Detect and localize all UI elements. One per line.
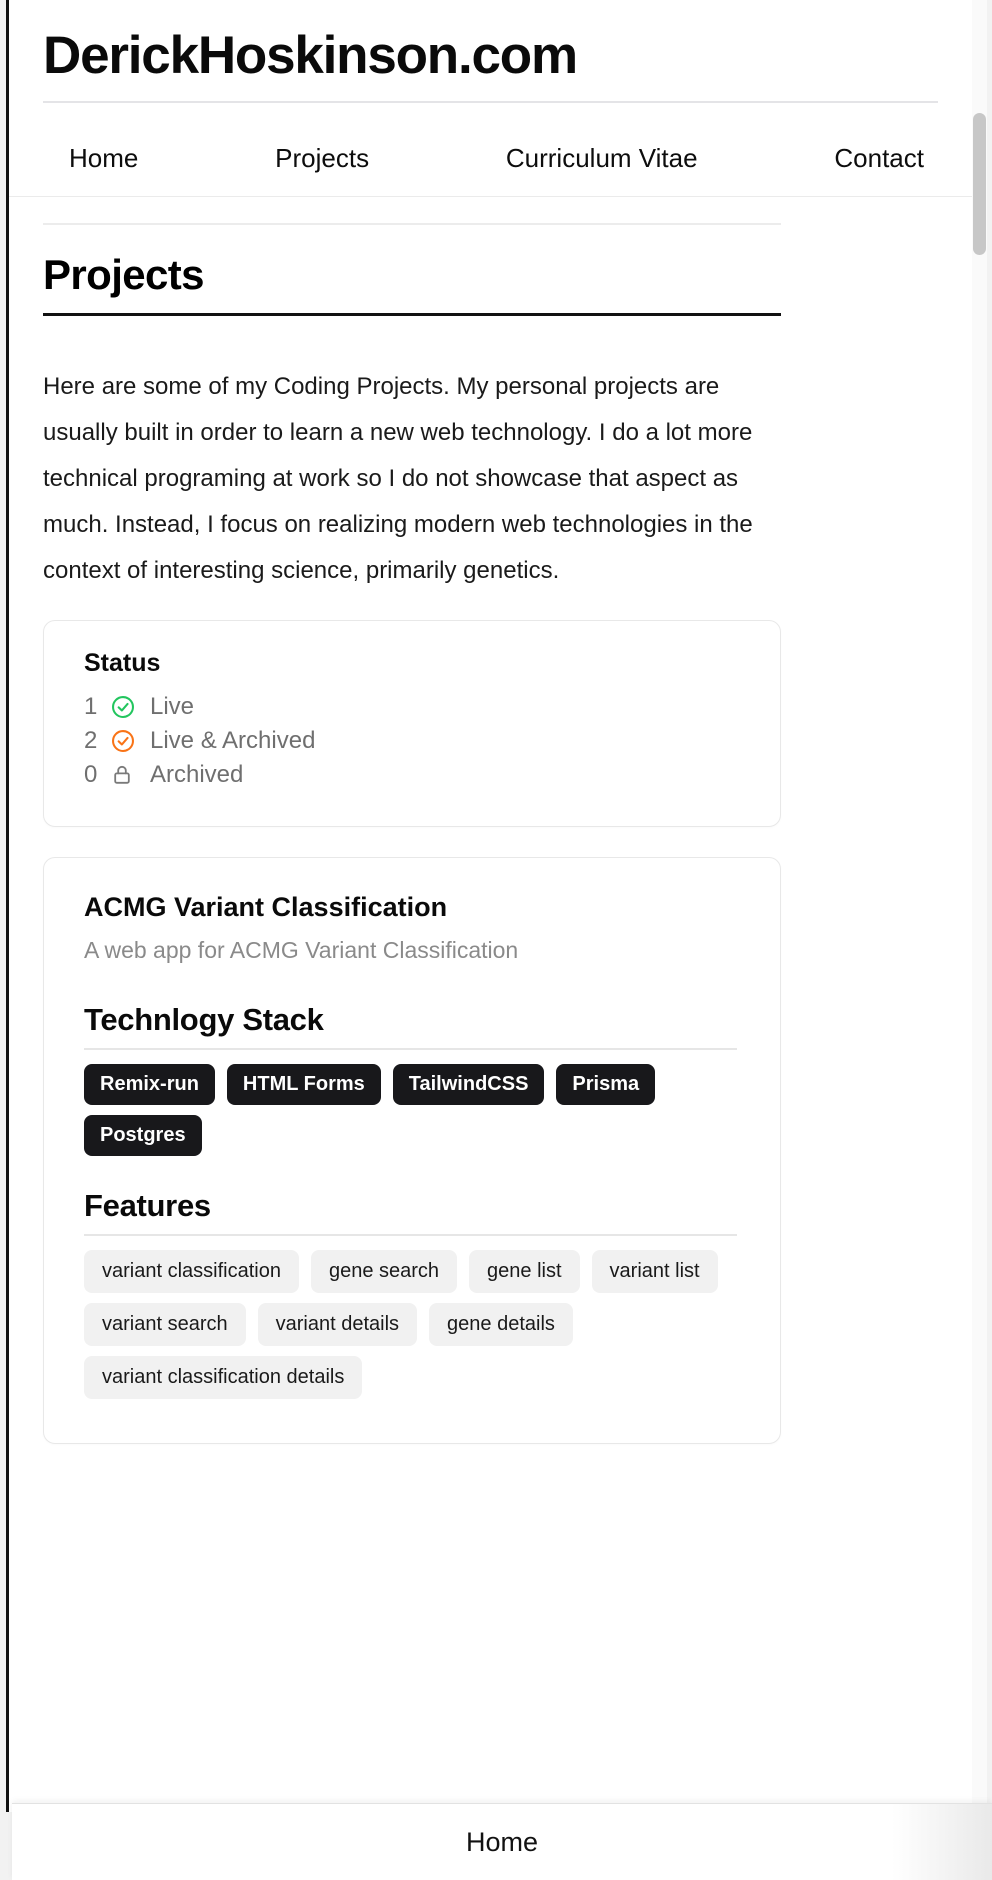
main-content: Projects Here are some of my Coding Proj…: [9, 223, 972, 1445]
status-list: 1 Live 2 Live & Archived 0 Archived: [84, 690, 740, 792]
nav-item-contact[interactable]: Contact: [834, 143, 924, 174]
nav-item-curriculum-vitae[interactable]: Curriculum Vitae: [506, 143, 698, 174]
page-title: Projects: [43, 251, 205, 299]
feature-pill[interactable]: gene search: [310, 1250, 458, 1294]
feature-pill[interactable]: gene list: [469, 1250, 580, 1294]
lock-icon: [110, 763, 150, 787]
technology-stack-divider: [84, 1048, 737, 1051]
technology-stack-list: Remix-run HTML Forms TailwindCSS Prisma …: [84, 1064, 744, 1157]
project-title: ACMG Variant Classification: [84, 892, 448, 923]
bottom-bar: Home: [12, 1803, 992, 1880]
project-description: A web app for ACMG Variant Classificatio…: [84, 937, 519, 964]
status-label-live: Live: [150, 693, 195, 721]
web-page: DerickHoskinson.com Home Projects Curric…: [9, 0, 972, 1812]
status-label-live-archived: Live & Archived: [150, 727, 316, 755]
browser-viewport: DerickHoskinson.com Home Projects Curric…: [6, 0, 972, 1812]
features-divider: [84, 1234, 737, 1237]
project-card-acmg[interactable]: ACMG Variant Classification A web app fo…: [43, 857, 781, 1445]
bottom-bar-fade: [892, 1804, 992, 1880]
feature-pill[interactable]: variant list: [591, 1250, 718, 1294]
site-header: DerickHoskinson.com: [9, 0, 972, 104]
status-label-archived: Archived: [150, 761, 244, 789]
feature-pill[interactable]: variant details: [257, 1303, 418, 1347]
nav-item-home[interactable]: Home: [69, 143, 138, 174]
features-list: variant classification gene search gene …: [84, 1250, 744, 1400]
main-navigation: Home Projects Curriculum Vitae Contact: [9, 103, 972, 198]
tech-pill[interactable]: Prisma: [556, 1064, 656, 1106]
nav-item-projects[interactable]: Projects: [275, 143, 369, 174]
features-heading: Features: [84, 1188, 211, 1224]
check-circle-orange-icon: [110, 728, 150, 754]
status-count-live: 1: [84, 693, 98, 721]
tech-pill[interactable]: HTML Forms: [226, 1064, 381, 1106]
site-title: DerickHoskinson.com: [43, 26, 578, 85]
status-count-archived: 0: [84, 761, 98, 789]
feature-pill[interactable]: variant classification: [84, 1250, 299, 1294]
feature-pill[interactable]: gene details: [429, 1303, 573, 1347]
tech-pill[interactable]: TailwindCSS: [392, 1064, 545, 1106]
check-circle-green-icon: [110, 694, 150, 720]
technology-stack-heading: Technlogy Stack: [84, 1002, 324, 1038]
intro-paragraph: Here are some of my Coding Projects. My …: [43, 373, 753, 585]
tech-pill[interactable]: Postgres: [84, 1115, 202, 1157]
feature-pill[interactable]: variant search: [84, 1303, 246, 1347]
status-row-live: 1 Live: [84, 690, 740, 724]
status-row-live-archived: 2 Live & Archived: [84, 724, 740, 758]
page-scrollbar-thumb[interactable]: [973, 113, 986, 255]
status-card: Status 1 Live 2 Live & Archived 0 Archiv…: [43, 620, 781, 828]
page-scrollbar-track[interactable]: [972, 0, 987, 1812]
screen: DerickHoskinson.com Home Projects Curric…: [0, 0, 992, 1880]
status-count-live-archived: 2: [84, 727, 98, 755]
tech-pill[interactable]: Remix-run: [84, 1064, 215, 1106]
bottom-bar-home-link[interactable]: Home: [466, 1827, 538, 1858]
status-card-heading: Status: [84, 649, 161, 678]
status-row-archived: 0 Archived: [84, 758, 740, 792]
feature-pill[interactable]: variant classification details: [84, 1356, 363, 1400]
